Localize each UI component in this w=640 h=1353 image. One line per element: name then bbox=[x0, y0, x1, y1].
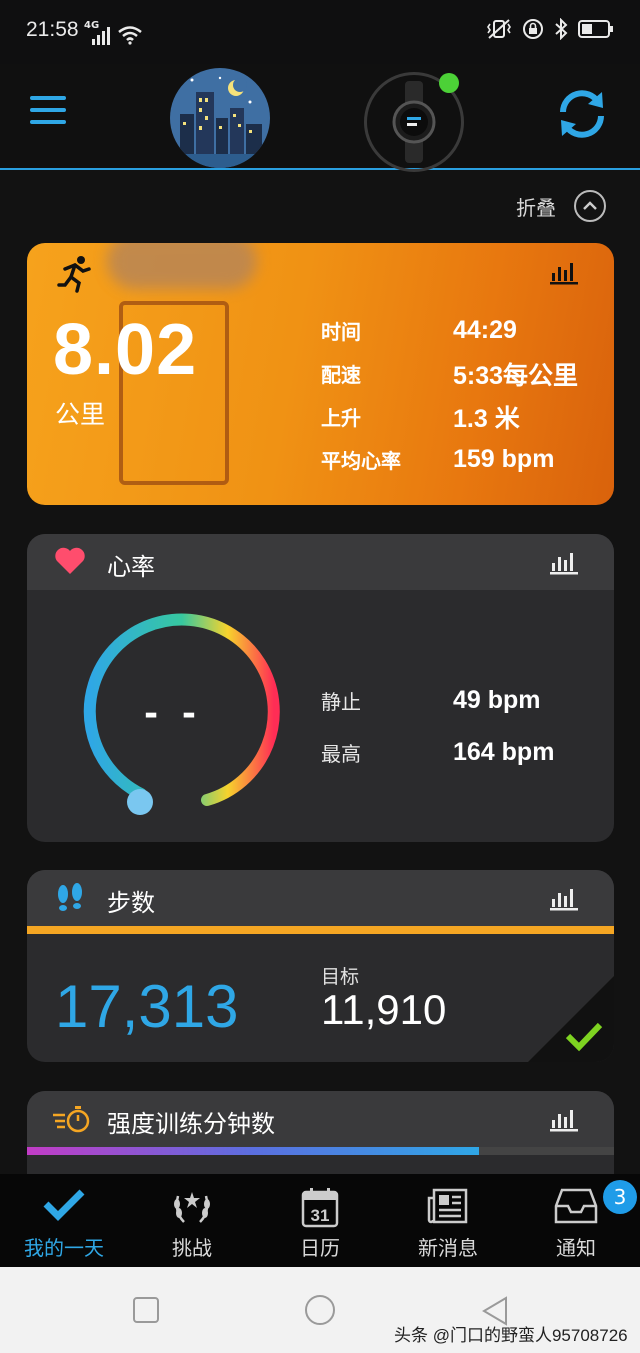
newsfeed-icon bbox=[427, 1188, 468, 1224]
bluetooth-icon bbox=[555, 18, 568, 40]
signal-icon bbox=[92, 27, 111, 45]
steps-progress-bar bbox=[27, 926, 614, 934]
bar-chart-icon[interactable] bbox=[550, 887, 578, 911]
sync-button[interactable] bbox=[554, 86, 610, 142]
laurel-icon bbox=[174, 1192, 210, 1223]
bar-chart-icon[interactable] bbox=[550, 1108, 578, 1132]
steps-goal-label: 目标 bbox=[321, 966, 360, 988]
check-icon bbox=[43, 1189, 85, 1221]
status-bar: 21:58 4G bbox=[0, 0, 640, 64]
running-icon bbox=[57, 256, 91, 293]
nav-calendar[interactable]: 31 日历 bbox=[256, 1174, 384, 1267]
nav-challenges[interactable]: 挑战 bbox=[128, 1174, 256, 1267]
footprints-icon bbox=[58, 883, 82, 911]
collapse-label: 折叠 bbox=[516, 195, 556, 220]
check-icon bbox=[565, 1022, 603, 1052]
steps-title: 步数 bbox=[107, 889, 155, 917]
device-watch-button[interactable] bbox=[364, 72, 464, 172]
night-city-image bbox=[170, 68, 270, 168]
heart-rate-title: 心率 bbox=[107, 553, 155, 581]
vibrate-icon bbox=[487, 19, 511, 39]
watermark-text: 头条 @门口的野蛮人95708726 bbox=[394, 1326, 628, 1345]
bottom-navigation: 我的一天 挑战 31 日历 新消息 通知 bbox=[0, 1174, 640, 1267]
device-connected-dot bbox=[439, 73, 459, 93]
home-button[interactable] bbox=[305, 1295, 335, 1325]
steps-goal-value: 11,910 bbox=[321, 986, 447, 1033]
wifi-icon bbox=[118, 26, 142, 45]
heart-icon bbox=[55, 547, 85, 574]
stopwatch-icon bbox=[53, 1106, 90, 1133]
activity-card[interactable]: 8.02 公里 时间 44:29 配速 5:33每公里 上升 1.3 米 平均心… bbox=[27, 243, 614, 505]
sync-icon bbox=[560, 90, 604, 138]
recents-button[interactable] bbox=[133, 1297, 159, 1323]
hr-row-max: 最高 164 bpm bbox=[321, 737, 555, 766]
chevron-up-icon bbox=[574, 190, 606, 222]
steps-card[interactable]: 步数 17,313 目标 11,910 bbox=[27, 870, 614, 1062]
lock-icon bbox=[523, 19, 543, 39]
notification-badge: 3 bbox=[603, 1180, 637, 1214]
collapse-toggle[interactable]: 折叠 bbox=[516, 190, 606, 222]
app-header bbox=[0, 64, 640, 172]
bar-chart-icon[interactable] bbox=[550, 551, 578, 575]
stat-row-pace: 配速 5:33每公里 bbox=[321, 361, 579, 390]
status-left-icons: 4G bbox=[84, 20, 143, 45]
current-heart-rate: - - bbox=[143, 694, 203, 734]
calendar-day-text: 31 bbox=[311, 1206, 330, 1225]
intensity-progress-bar bbox=[27, 1147, 479, 1155]
heart-rate-rows: 静止 49 bpm 最高 164 bpm bbox=[321, 674, 554, 778]
status-right-icons bbox=[486, 18, 614, 40]
intensity-title: 强度训练分钟数 bbox=[107, 1110, 275, 1138]
battery-icon bbox=[578, 20, 613, 38]
heart-rate-header: 心率 bbox=[27, 534, 614, 590]
heart-rate-card[interactable]: 心率 - - 静止 49 bpm 最高 164 bpm bbox=[27, 534, 614, 842]
gauge-indicator bbox=[127, 789, 153, 815]
nav-newsfeed[interactable]: 新消息 bbox=[384, 1174, 512, 1267]
distance-unit: 公里 bbox=[55, 400, 106, 429]
nav-my-day[interactable]: 我的一天 bbox=[0, 1174, 128, 1267]
distance-value: 8.02 bbox=[53, 310, 198, 390]
intensity-header: 强度训练分钟数 bbox=[27, 1091, 614, 1147]
redacted-title bbox=[107, 243, 257, 289]
status-time: 21:58 bbox=[26, 18, 79, 41]
activity-stats: 时间 44:29 配速 5:33每公里 上升 1.3 米 平均心率 159 bp… bbox=[321, 309, 578, 481]
stat-row-avg-hr: 平均心率 159 bpm bbox=[321, 445, 555, 473]
stat-row-time: 时间 44:29 bbox=[321, 316, 517, 344]
menu-button[interactable] bbox=[30, 96, 68, 126]
hr-row-resting: 静止 49 bpm bbox=[321, 685, 541, 714]
avatar[interactable] bbox=[170, 68, 270, 168]
stat-row-ascent: 上升 1.3 米 bbox=[321, 404, 520, 433]
menu-icon bbox=[30, 96, 66, 100]
bar-chart-icon[interactable] bbox=[550, 261, 578, 285]
steps-value: 17,313 bbox=[55, 973, 239, 1040]
inbox-icon bbox=[554, 1188, 598, 1224]
calendar-icon: 31 bbox=[301, 1188, 339, 1228]
steps-header: 步数 bbox=[27, 870, 614, 926]
